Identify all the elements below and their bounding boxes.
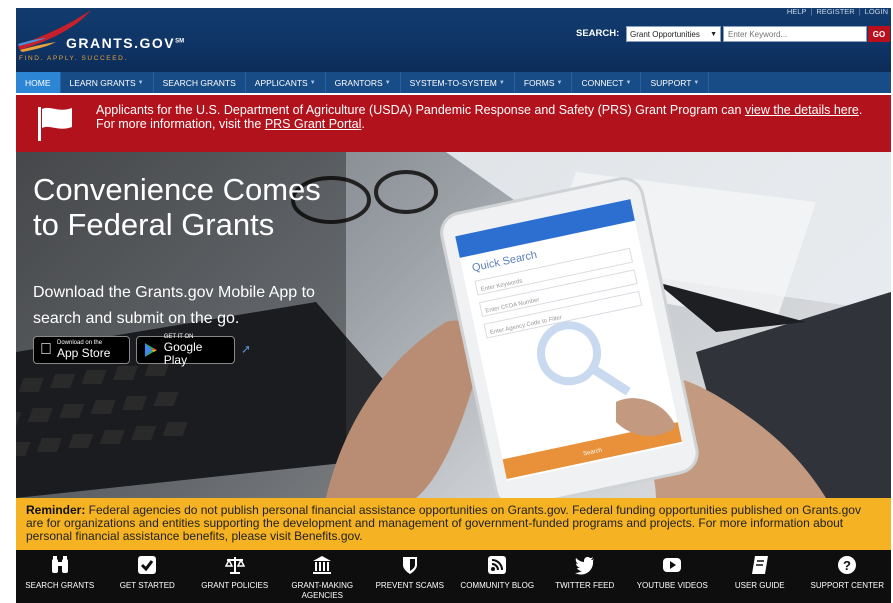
chevron-down-icon: ▼ (625, 79, 632, 86)
app-store-button[interactable]:  Download on the App Store (33, 336, 130, 364)
nav-applicants[interactable]: APPLICANTS ▼ (246, 72, 326, 93)
chevron-down-icon: ▼ (309, 79, 316, 86)
register-link[interactable]: REGISTER (816, 8, 854, 16)
site-header: GRANTS.GOVSM FIND. APPLY. SUCCEED. HELP … (16, 8, 891, 72)
main-nav: HOME LEARN GRANTS ▼ SEARCH GRANTS APPLICA… (16, 72, 891, 93)
nav-home[interactable]: HOME (16, 72, 61, 93)
hero-subtitle: Download the Grants.gov Mobile App to se… (33, 284, 315, 327)
quick-link-label: SEARCH GRANTS (25, 581, 95, 590)
quick-link-label: COMMUNITY BLOG (460, 581, 535, 590)
quick-link-support-center[interactable]: ? SUPPORT CENTER (804, 550, 892, 603)
svg-text:?: ? (843, 558, 851, 573)
external-link-icon[interactable]: ➚ (241, 342, 251, 356)
flag-icon (38, 107, 72, 141)
quick-link-search-grants[interactable]: SEARCH GRANTS (16, 550, 104, 603)
alert-text: . (361, 117, 365, 131)
reminder-label: Reminder: (26, 503, 86, 517)
scales-icon (224, 557, 245, 574)
app-store-label: App Store (45, 346, 110, 360)
top-links: HELP | REGISTER | LOGIN (787, 8, 888, 16)
nav-search-grants[interactable]: SEARCH GRANTS (154, 72, 246, 93)
nav-learn-grants[interactable]: LEARN GRANTS ▼ (61, 72, 154, 93)
chevron-down-icon: ▼ (498, 79, 505, 86)
checkbox-icon (138, 556, 157, 574)
nav-connect[interactable]: CONNECT ▼ (572, 72, 642, 93)
reminder-text: Federal agencies do not publish personal… (26, 503, 861, 543)
nav-system-to-system[interactable]: SYSTEM-TO-SYSTEM ▼ (401, 72, 515, 93)
youtube-icon (663, 558, 682, 572)
chevron-down-icon: ▼ (556, 79, 563, 86)
quick-link-prevent-scams[interactable]: PREVENT SCAMS (366, 550, 454, 603)
nav-grantors[interactable]: GRANTORS ▼ (326, 72, 401, 93)
alert-banner: Applicants for the U.S. Department of Ag… (16, 95, 891, 152)
search-type-select[interactable]: Grant Opportunities ▼ (626, 26, 721, 42)
rss-icon (488, 556, 507, 574)
separator: | (810, 8, 813, 16)
hero-title: Convenience Comes to Federal Grants (33, 172, 321, 242)
building-icon (313, 556, 332, 574)
quick-link-label: USER GUIDE (734, 581, 785, 590)
quick-link-label: TWITTER FEED (555, 581, 615, 590)
quick-link-label: SUPPORT CENTER (810, 581, 885, 590)
search-type-value: Grant Opportunities (630, 29, 700, 39)
search-label: SEARCH: (576, 28, 620, 39)
binoculars-icon (51, 556, 68, 573)
prs-grant-portal-link[interactable]: PRS Grant Portal (265, 117, 362, 131)
alert-message: Applicants for the U.S. Department of Ag… (96, 103, 876, 131)
quick-link-twitter-feed[interactable]: TWITTER FEED (541, 550, 629, 603)
twitter-icon (574, 557, 594, 575)
question-icon: ? (838, 556, 857, 574)
quick-link-label: YOUTUBE VIDEOS (636, 581, 708, 590)
logo-text[interactable]: GRANTS.GOVSM (66, 35, 184, 51)
go-button[interactable]: GO (868, 26, 890, 42)
shield-icon (402, 557, 417, 574)
quick-link-label: GRANT POLICIES (201, 581, 269, 590)
apple-icon:  (40, 341, 52, 359)
search-input[interactable] (723, 26, 867, 42)
login-link[interactable]: LOGIN (865, 8, 888, 16)
view-details-link[interactable]: view the details here (745, 103, 859, 117)
hero-banner[interactable]: Quick Search Enter Keywords Enter CFDA N… (16, 152, 891, 498)
quick-links-bar: SEARCH GRANTS GET STARTED GRANT POLICIES (16, 550, 891, 603)
google-play-button[interactable]: GET IT ON Google Play (136, 334, 235, 367)
reminder-banner: Reminder: Federal agencies do not publis… (16, 498, 891, 550)
separator: | (858, 8, 861, 16)
quick-link-label: PREVENT SCAMS (375, 581, 444, 590)
google-play-icon (144, 343, 157, 357)
alert-text: Applicants for the U.S. Department of Ag… (96, 103, 745, 117)
google-play-label: Google Play (163, 339, 203, 367)
quick-link-community-blog[interactable]: COMMUNITY BLOG (454, 550, 542, 603)
quick-link-grant-making-agencies[interactable]: GRANT-MAKING AGENCIES (279, 550, 367, 603)
page: GRANTS.GOVSM FIND. APPLY. SUCCEED. HELP … (16, 8, 891, 603)
help-link[interactable]: HELP (787, 8, 807, 16)
quick-link-grant-policies[interactable]: GRANT POLICIES (191, 550, 279, 603)
nav-support[interactable]: SUPPORT ▼ (641, 72, 710, 93)
nav-forms[interactable]: FORMS ▼ (515, 72, 573, 93)
chevron-down-icon: ▼ (137, 79, 144, 86)
chevron-down-icon: ▼ (384, 79, 391, 86)
book-icon (751, 556, 768, 574)
tagline: FIND. APPLY. SUCCEED. (19, 55, 128, 62)
quick-link-user-guide[interactable]: USER GUIDE (716, 550, 804, 603)
chevron-down-icon: ▼ (710, 30, 717, 38)
quick-link-youtube-videos[interactable]: YOUTUBE VIDEOS (629, 550, 717, 603)
quick-link-label: GRANT-MAKING AGENCIES (291, 581, 354, 600)
quick-link-label: GET STARTED (119, 581, 175, 590)
quick-link-get-started[interactable]: GET STARTED (104, 550, 192, 603)
chevron-down-icon: ▼ (693, 79, 700, 86)
